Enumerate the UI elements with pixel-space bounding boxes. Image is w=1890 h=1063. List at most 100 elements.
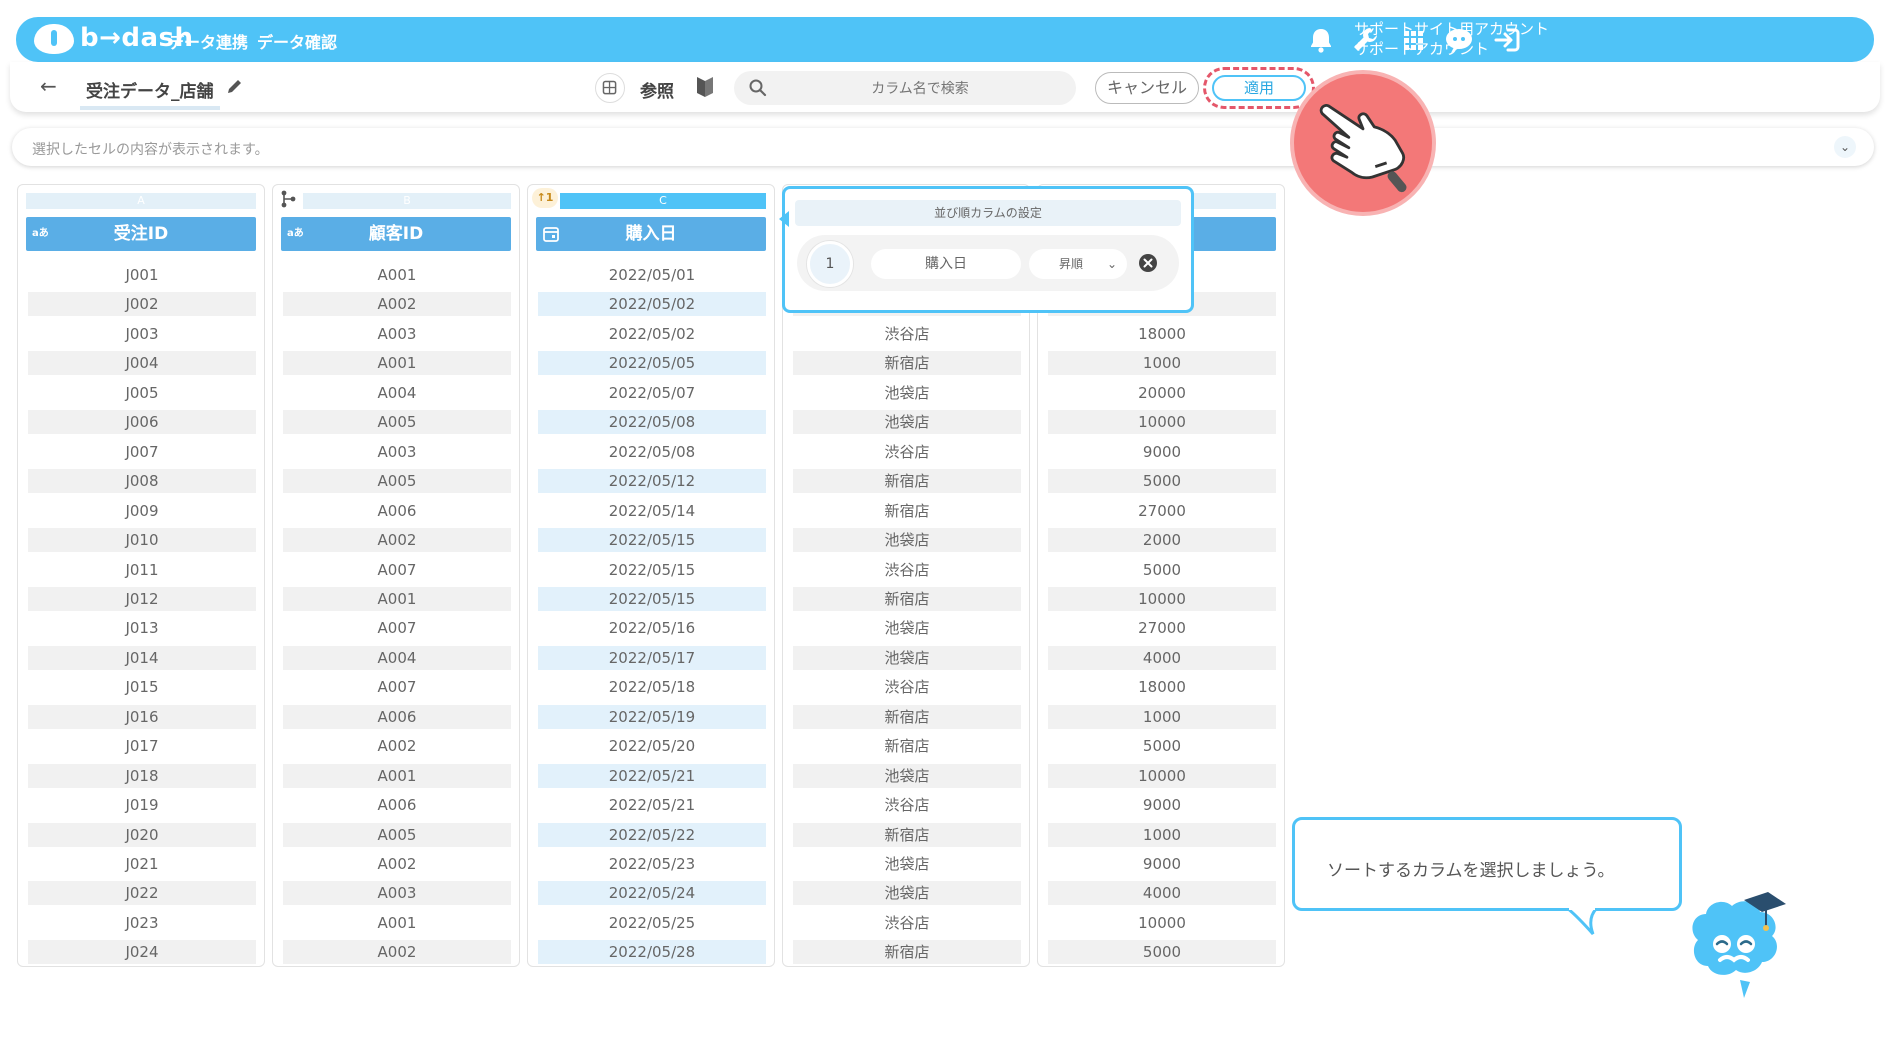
table-cell[interactable]: 渋谷店 [793, 440, 1021, 464]
table-cell[interactable]: J022 [28, 881, 256, 906]
table-cell[interactable]: 2022/05/22 [538, 822, 766, 847]
table-cell[interactable]: 新宿店 [793, 704, 1021, 729]
table-cell[interactable]: J013 [28, 616, 256, 640]
table-cell[interactable]: 2022/05/20 [538, 734, 766, 758]
table-cell[interactable]: J002 [28, 292, 256, 317]
table-cell[interactable]: 池袋店 [793, 881, 1021, 906]
table-cell[interactable]: 2022/05/14 [538, 499, 766, 523]
table-cell[interactable]: 10000 [1048, 911, 1276, 935]
table-cell[interactable]: J010 [28, 528, 256, 553]
table-cell[interactable]: 池袋店 [793, 852, 1021, 876]
table-cell[interactable]: A005 [283, 410, 511, 435]
sort-order-badge[interactable]: ↑1 [532, 188, 558, 208]
table-cell[interactable]: J021 [28, 852, 256, 876]
table-cell[interactable]: A003 [283, 322, 511, 346]
table-cell[interactable]: J003 [28, 322, 256, 346]
apply-button[interactable]: 適用 [1212, 75, 1306, 101]
table-cell[interactable]: 池袋店 [793, 381, 1021, 405]
table-cell[interactable]: 2022/05/07 [538, 381, 766, 405]
wrench-icon[interactable] [1348, 23, 1382, 57]
table-cell[interactable]: 2022/05/08 [538, 410, 766, 435]
column-search[interactable] [734, 71, 1076, 105]
nav-data-check[interactable]: データ確認 [257, 29, 337, 53]
table-cell[interactable]: 新宿店 [793, 734, 1021, 758]
table-cell[interactable]: A002 [283, 528, 511, 553]
column-letter[interactable]: B [303, 193, 511, 209]
table-cell[interactable]: 2022/05/05 [538, 351, 766, 376]
sort-order-select[interactable]: 昇順 ⌄ [1029, 249, 1127, 279]
table-cell[interactable]: 2022/05/02 [538, 292, 766, 317]
table-cell[interactable]: 新宿店 [793, 499, 1021, 523]
logout-icon[interactable] [1490, 23, 1524, 57]
bdash-logo[interactable]: b→dash [34, 23, 193, 56]
table-cell[interactable]: 池袋店 [793, 645, 1021, 670]
table-cell[interactable]: A003 [283, 881, 511, 906]
cell-content-bar[interactable]: 選択したセルの内容が表示されます。 ⌄ [12, 128, 1874, 166]
pencil-icon[interactable] [225, 76, 245, 96]
table-cell[interactable]: 2022/05/01 [538, 263, 766, 287]
table-cell[interactable]: 2022/05/25 [538, 911, 766, 935]
chevron-down-icon[interactable]: ⌄ [1834, 136, 1856, 158]
table-cell[interactable]: J007 [28, 440, 256, 464]
table-cell[interactable]: J006 [28, 410, 256, 435]
table-cell[interactable]: 27000 [1048, 499, 1276, 523]
table-cell[interactable]: J009 [28, 499, 256, 523]
table-cell[interactable]: 1000 [1048, 351, 1276, 376]
table-cell[interactable]: 1000 [1048, 704, 1276, 729]
table-cell[interactable]: 新宿店 [793, 586, 1021, 611]
table-cell[interactable]: J020 [28, 822, 256, 847]
table-cell[interactable]: 池袋店 [793, 528, 1021, 553]
table-cell[interactable]: 18000 [1048, 675, 1276, 699]
table-cell[interactable]: 2022/05/12 [538, 469, 766, 494]
table-cell[interactable]: 2000 [1048, 528, 1276, 553]
table-cell[interactable]: J004 [28, 351, 256, 376]
table-cell[interactable]: 2022/05/18 [538, 675, 766, 699]
table-cell[interactable]: A007 [283, 675, 511, 699]
table-cell[interactable]: J011 [28, 558, 256, 582]
table-cell[interactable]: 2022/05/15 [538, 528, 766, 553]
table-cell[interactable]: 10000 [1048, 763, 1276, 788]
table-cell[interactable]: J015 [28, 675, 256, 699]
table-cell[interactable]: 2022/05/21 [538, 793, 766, 817]
table-cell[interactable]: 2022/05/02 [538, 322, 766, 346]
table-cell[interactable]: 9000 [1048, 852, 1276, 876]
table-cell[interactable]: A001 [283, 351, 511, 376]
table-cell[interactable]: A004 [283, 645, 511, 670]
table-cell[interactable]: 9000 [1048, 793, 1276, 817]
sort-column-select[interactable]: 購入日 [871, 249, 1021, 279]
search-input[interactable] [780, 71, 1060, 105]
remove-circle-icon[interactable] [1137, 252, 1159, 274]
table-cell[interactable]: A002 [283, 940, 511, 965]
cancel-button[interactable]: キャンセル [1095, 72, 1199, 104]
table-cell[interactable]: 2022/05/23 [538, 852, 766, 876]
table-cell[interactable]: A001 [283, 763, 511, 788]
table-cell[interactable]: J014 [28, 645, 256, 670]
table-cell[interactable]: 9000 [1048, 440, 1276, 464]
table-cell[interactable]: J001 [28, 263, 256, 287]
table-cell[interactable]: 1000 [1048, 822, 1276, 847]
reference-label[interactable]: 参照 [640, 77, 674, 102]
table-cell[interactable]: 5000 [1048, 734, 1276, 758]
column-header[interactable]: aあ 受注ID [26, 217, 256, 251]
table-cell[interactable]: A001 [283, 586, 511, 611]
table-cell[interactable]: A007 [283, 616, 511, 640]
table-cell[interactable]: A001 [283, 263, 511, 287]
table-view-button[interactable] [595, 73, 625, 103]
table-cell[interactable]: 18000 [1048, 322, 1276, 346]
column-letter[interactable]: A [26, 193, 256, 209]
apps-grid-icon[interactable] [1396, 23, 1430, 57]
table-cell[interactable]: 渋谷店 [793, 558, 1021, 582]
table-cell[interactable]: A006 [283, 704, 511, 729]
table-cell[interactable]: J008 [28, 469, 256, 494]
table-cell[interactable]: 渋谷店 [793, 911, 1021, 935]
table-cell[interactable]: 4000 [1048, 881, 1276, 906]
table-cell[interactable]: 池袋店 [793, 616, 1021, 640]
table-cell[interactable]: 2022/05/28 [538, 940, 766, 965]
table-cell[interactable]: 2022/05/24 [538, 881, 766, 906]
table-cell[interactable]: A002 [283, 852, 511, 876]
table-cell[interactable]: J023 [28, 911, 256, 935]
nav-data-integration[interactable]: データ連携 [168, 29, 248, 53]
table-cell[interactable]: A005 [283, 822, 511, 847]
table-cell[interactable]: A007 [283, 558, 511, 582]
table-cell[interactable]: A004 [283, 381, 511, 405]
